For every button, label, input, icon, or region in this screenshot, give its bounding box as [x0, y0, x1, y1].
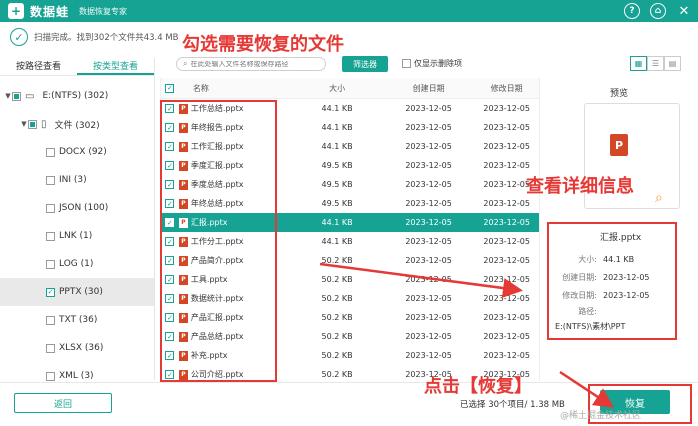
arrow-to-details — [319, 262, 523, 298]
annotation-arrows — [319, 262, 615, 408]
arrow-to-recover — [559, 370, 615, 408]
